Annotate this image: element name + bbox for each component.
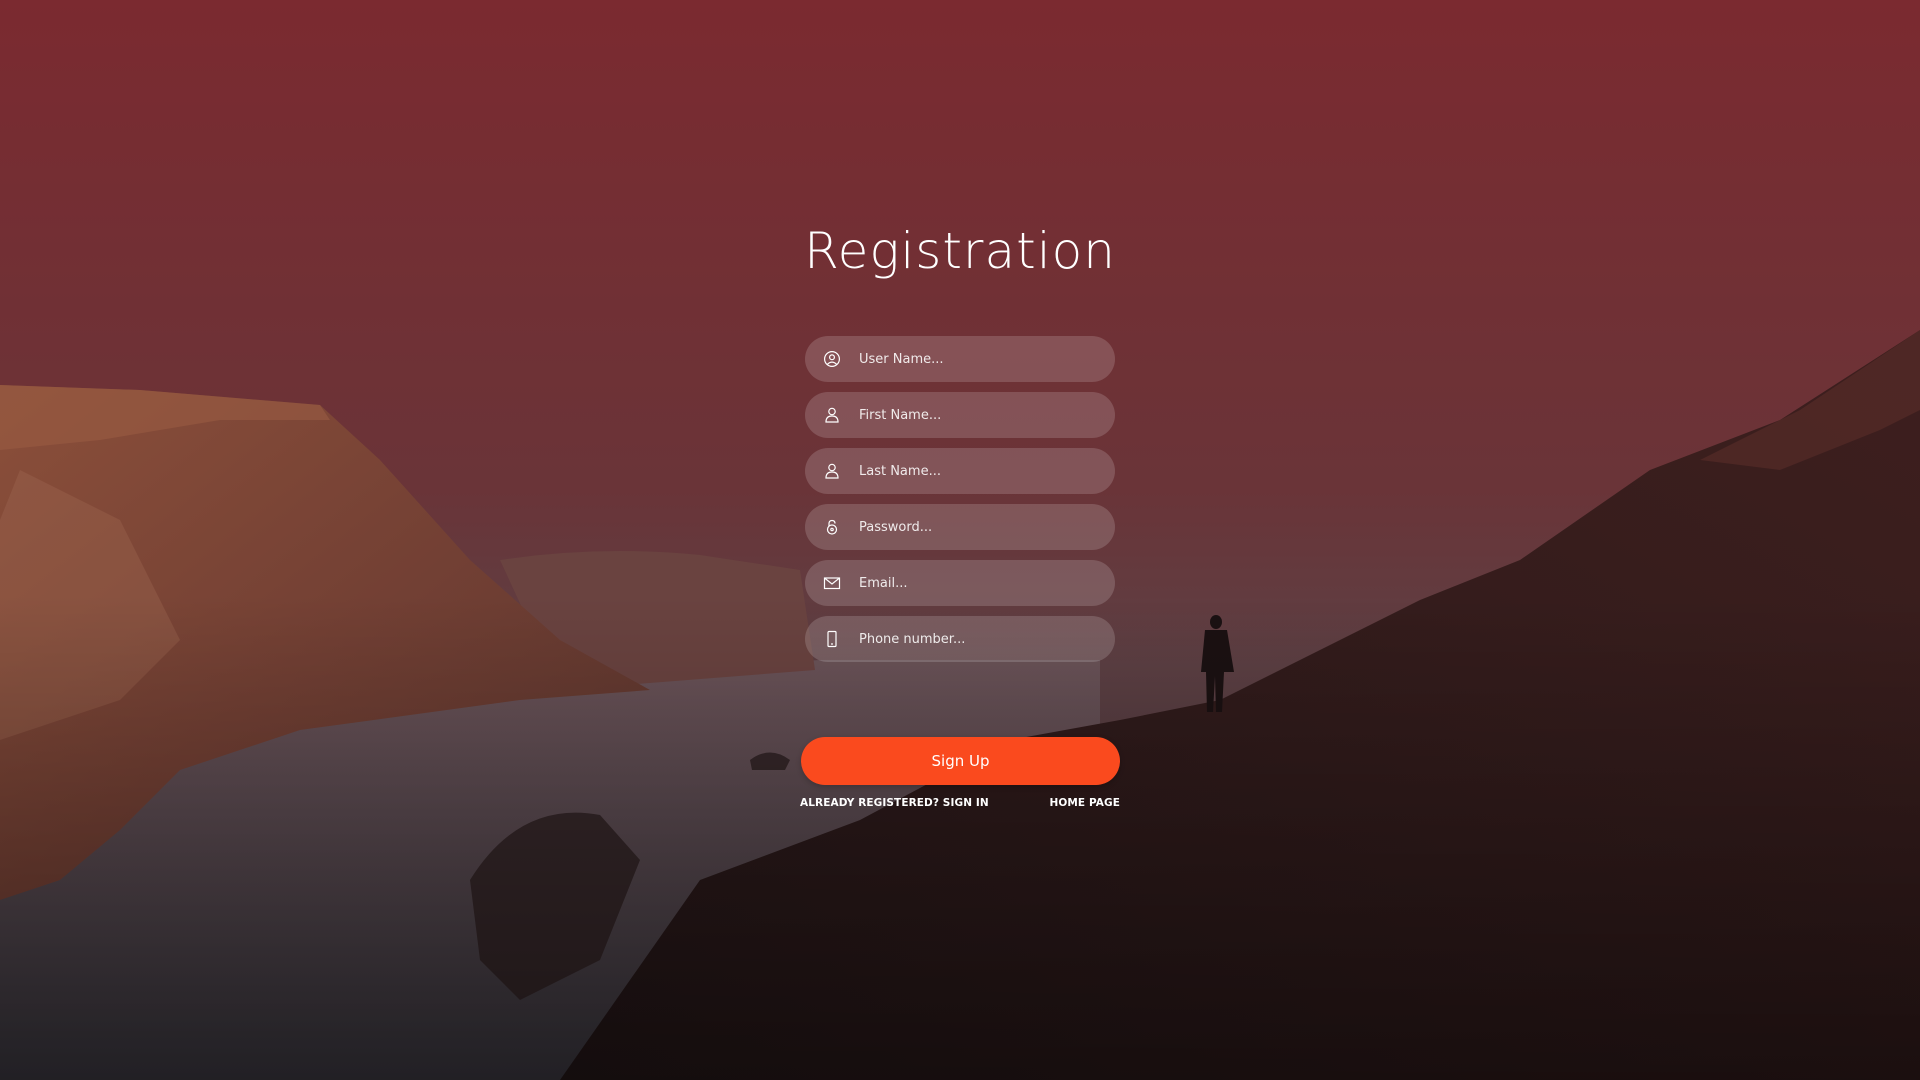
password-field-wrapper <box>805 504 1115 550</box>
sign-up-button[interactable]: Sign Up <box>801 737 1120 785</box>
home-page-link[interactable]: HOME PAGE <box>1049 797 1120 809</box>
username-input[interactable] <box>859 336 1115 382</box>
sign-in-link[interactable]: ALREADY REGISTERED? SIGN IN <box>800 797 989 809</box>
password-input[interactable] <box>859 504 1115 550</box>
last-name-field-wrapper <box>805 448 1115 494</box>
user-icon <box>823 406 841 424</box>
envelope-icon <box>823 574 841 592</box>
phone-input[interactable] <box>859 616 1115 662</box>
footer-links: ALREADY REGISTERED? SIGN IN HOME PAGE <box>800 797 1120 809</box>
user-icon <box>823 462 841 480</box>
last-name-input[interactable] <box>859 448 1115 494</box>
email-input[interactable] <box>859 560 1115 606</box>
first-name-field-wrapper <box>805 392 1115 438</box>
phone-field-wrapper <box>805 616 1115 662</box>
page-title: Registration <box>804 222 1116 280</box>
first-name-input[interactable] <box>859 392 1115 438</box>
user-circle-icon <box>823 350 841 368</box>
lock-icon <box>823 518 841 536</box>
username-field-wrapper <box>805 336 1115 382</box>
email-field-wrapper <box>805 560 1115 606</box>
phone-icon <box>823 630 841 648</box>
registration-form <box>805 336 1115 672</box>
